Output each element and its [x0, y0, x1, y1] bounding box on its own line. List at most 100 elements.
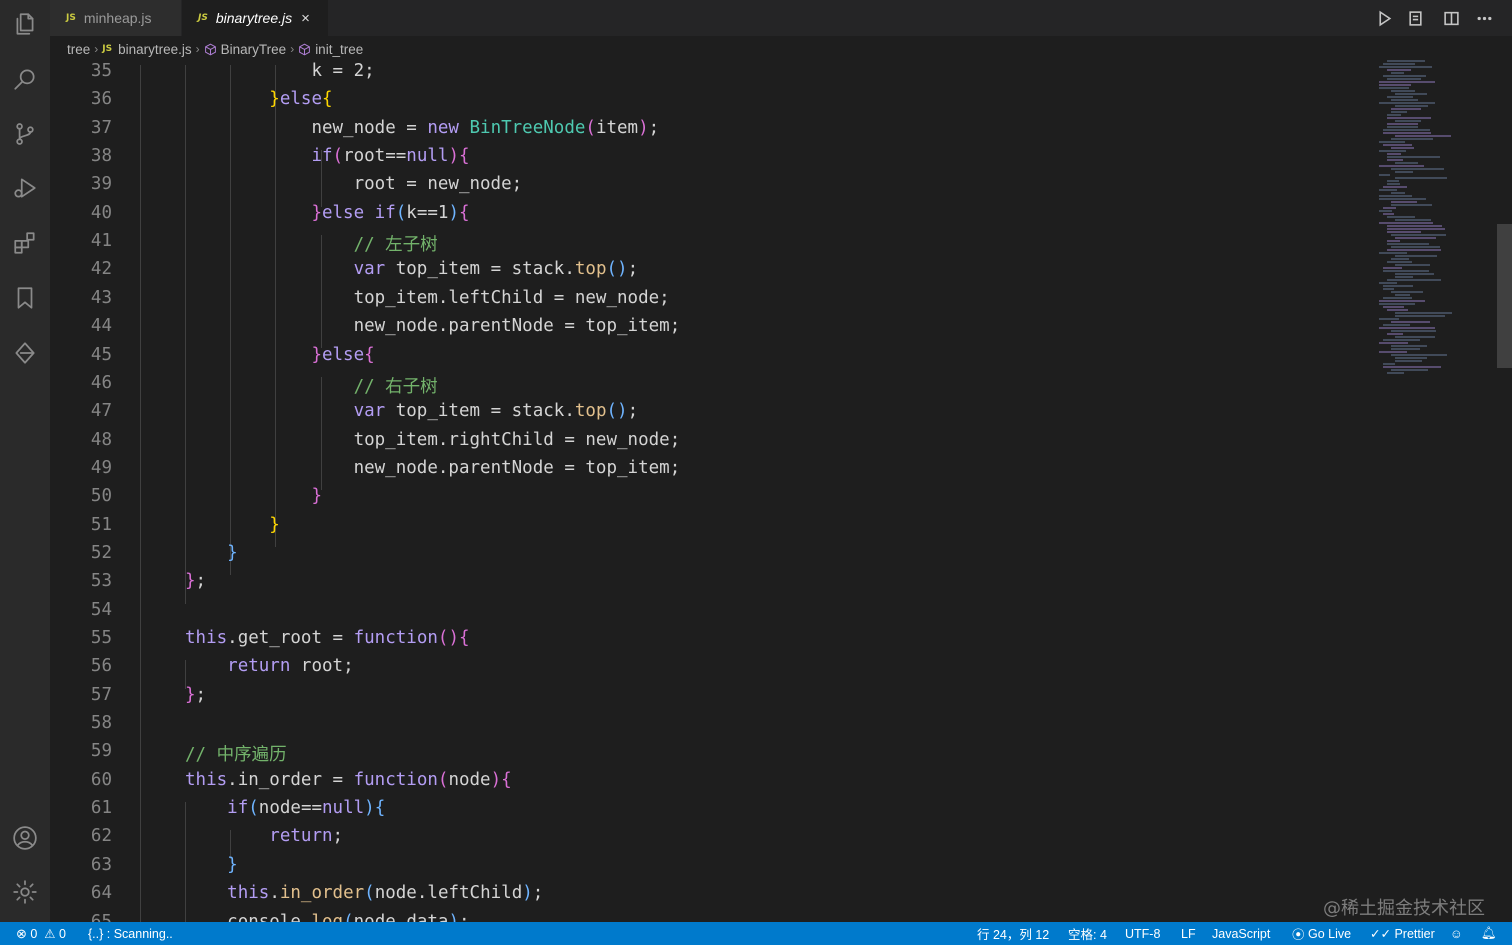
- breadcrumb-method[interactable]: init_tree: [315, 42, 363, 57]
- code-token: // 右子树: [353, 376, 438, 397]
- code-line[interactable]: new_node = new BinTreeNode(item);: [185, 118, 659, 138]
- more-actions-icon[interactable]: [1474, 8, 1494, 28]
- minimap-line: [1391, 354, 1447, 356]
- code-line[interactable]: };: [185, 685, 206, 705]
- code-line[interactable]: }: [185, 855, 238, 875]
- minimap-line: [1379, 282, 1397, 284]
- minimap-line: [1383, 144, 1412, 146]
- code-line[interactable]: // 中序遍历: [185, 741, 287, 766]
- code-line[interactable]: this.get_root = function(){: [185, 628, 470, 648]
- account-icon[interactable]: [0, 816, 50, 860]
- code-token: .: [269, 883, 280, 904]
- code-line[interactable]: top_item.rightChild = new_node;: [185, 430, 681, 450]
- line-number: 51: [90, 514, 112, 535]
- minimap[interactable]: [1375, 60, 1500, 380]
- preview-icon[interactable]: [1405, 8, 1425, 28]
- tab-binarytree[interactable]: JS binarytree.js ×: [182, 0, 328, 36]
- feedback-icon[interactable]: ☺: [1450, 922, 1463, 945]
- line-number: 55: [90, 628, 112, 648]
- explorer-icon[interactable]: [0, 2, 50, 46]
- code-editor[interactable]: 35 36 37 38 39 40 41 42 43 44 45 46 47 48 49 50 51 52 53 54…: [50, 62, 1512, 922]
- extensions-icon[interactable]: [0, 221, 50, 265]
- watermark: @稀土掘金技术社区: [1323, 898, 1485, 919]
- indentation-status[interactable]: 空格: 4: [1068, 922, 1107, 945]
- code-line[interactable]: }else if(k==1){: [185, 202, 470, 223]
- code-line[interactable]: }else{: [185, 89, 332, 110]
- language-mode[interactable]: JavaScript: [1212, 922, 1270, 945]
- close-icon[interactable]: ×: [301, 10, 310, 27]
- code-line[interactable]: }: [185, 515, 280, 535]
- code-line[interactable]: };: [185, 571, 206, 591]
- bookmarks-icon[interactable]: [0, 276, 50, 320]
- code-token: {: [459, 202, 470, 223]
- code-token: this: [185, 769, 228, 790]
- code-line[interactable]: new_node.parentNode = top_item;: [185, 457, 681, 478]
- code-line[interactable]: var top_item = stack.top();: [185, 259, 639, 279]
- code-token: =: [395, 174, 428, 195]
- search-icon[interactable]: [0, 57, 50, 101]
- tab-minheap[interactable]: JS minheap.js: [50, 0, 181, 36]
- code-line[interactable]: this.in_order(node.leftChild);: [185, 883, 543, 903]
- cursor-position[interactable]: 行 24，列 12: [977, 922, 1049, 945]
- minimap-line: [1387, 231, 1421, 233]
- code-line[interactable]: if(root==null){: [185, 146, 469, 166]
- minimap-line: [1383, 363, 1395, 365]
- minimap-line: [1387, 261, 1412, 263]
- problems-indicator[interactable]: ⊗ 0 ⚠ 0: [16, 922, 66, 945]
- minimap-line: [1391, 246, 1440, 248]
- code-token: =: [553, 457, 586, 478]
- scanning-status[interactable]: {..} : Scanning..: [88, 922, 173, 945]
- breadcrumb-class[interactable]: BinaryTree: [221, 42, 287, 57]
- go-live-button[interactable]: ⦿ Go Live: [1292, 922, 1351, 945]
- eol-status[interactable]: LF: [1181, 922, 1196, 945]
- code-token: // 中序遍历: [185, 745, 287, 766]
- line-number: 53: [90, 571, 112, 592]
- code-line[interactable]: k = 2;: [185, 62, 374, 81]
- code-line[interactable]: }: [185, 543, 238, 563]
- code-line[interactable]: }: [185, 486, 322, 506]
- code-token: ): [522, 883, 533, 904]
- method-icon: [299, 43, 311, 55]
- code-token: }: [185, 684, 196, 705]
- minimap-line: [1379, 210, 1392, 212]
- code-line[interactable]: if(node==null){: [185, 798, 385, 818]
- encoding-status[interactable]: UTF-8: [1125, 922, 1160, 945]
- run-icon[interactable]: [1374, 8, 1394, 28]
- code-line[interactable]: new_node.parentNode = top_item;: [185, 316, 681, 337]
- code-token: =: [543, 287, 575, 308]
- vertical-scrollbar[interactable]: [1497, 224, 1512, 368]
- code-line[interactable]: return root;: [185, 656, 353, 676]
- breadcrumb-file[interactable]: binarytree.js: [118, 42, 192, 57]
- source-control-icon[interactable]: [0, 112, 50, 156]
- code-token: parentNode: [448, 457, 554, 478]
- code-line[interactable]: return;: [185, 826, 343, 846]
- notifications-icon[interactable]: 🔔︎: [1481, 922, 1497, 945]
- run-debug-icon[interactable]: [0, 166, 50, 210]
- code-line[interactable]: }else{: [185, 345, 374, 365]
- js-file-icon: JS: [198, 13, 208, 23]
- code-line[interactable]: var top_item = stack.top();: [185, 401, 639, 422]
- chevron-right-icon: ›: [290, 42, 295, 56]
- code-line[interactable]: // 右子树: [185, 373, 438, 398]
- breadcrumb-folder[interactable]: tree: [67, 42, 90, 57]
- minimap-line: [1391, 234, 1446, 236]
- minimap-line: [1379, 195, 1412, 197]
- code-line[interactable]: top_item.leftChild = new_node;: [185, 288, 670, 308]
- prettier-button[interactable]: ✓✓ Prettier: [1370, 922, 1435, 945]
- minimap-line: [1379, 198, 1426, 200]
- code-line[interactable]: this.in_order = function(node){: [185, 770, 512, 790]
- code-token: ;: [627, 401, 639, 422]
- split-editor-icon[interactable]: [1441, 8, 1461, 28]
- code-token: }: [269, 89, 280, 110]
- remote-icon[interactable]: [0, 331, 50, 375]
- code-token: new_node: [353, 316, 438, 337]
- code-line[interactable]: console.log(node.data);: [185, 912, 469, 923]
- code-line[interactable]: root = new_node;: [185, 174, 523, 195]
- minimap-line: [1395, 120, 1421, 122]
- settings-icon[interactable]: [0, 870, 50, 914]
- code-line[interactable]: // 左子树: [185, 231, 438, 256]
